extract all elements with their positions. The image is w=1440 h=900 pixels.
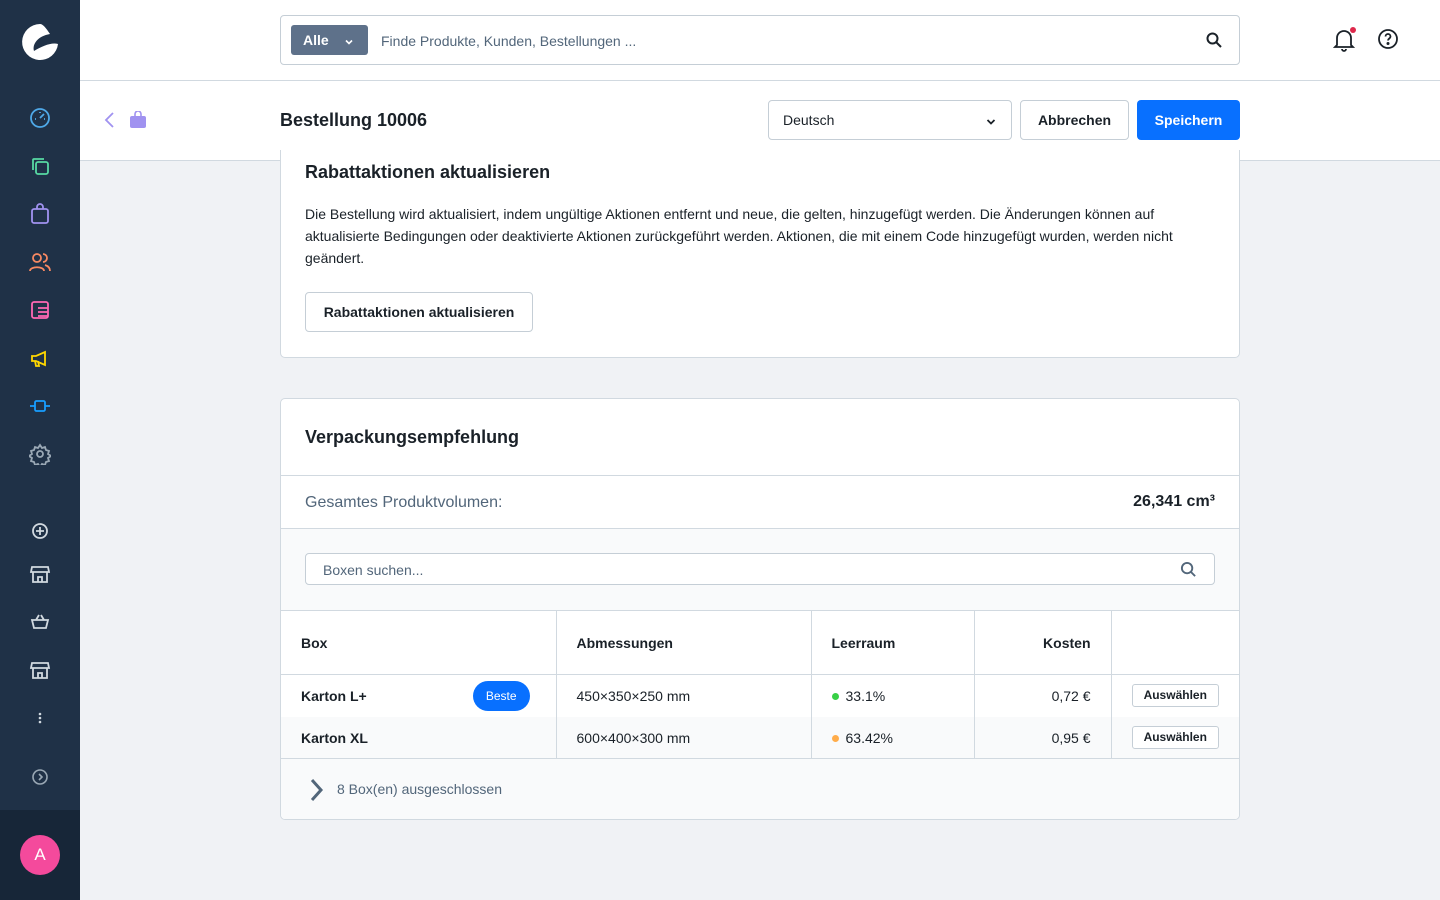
- packaging-recommendation-card: Verpackungsempfehlung Gesamtes Produktvo…: [280, 398, 1240, 820]
- column-header-cost[interactable]: Kosten: [973, 610, 1111, 675]
- dimensions-cell: 600×400×300 mm: [555, 716, 811, 759]
- excluded-boxes-label: 8 Box(en) ausgeschlossen: [337, 781, 502, 797]
- chevron-down-icon: [985, 115, 997, 131]
- box-cell: Karton XL: [281, 716, 556, 759]
- language-switch[interactable]: Deutsch: [768, 100, 1012, 140]
- column-header-actions: [1110, 610, 1239, 675]
- divider: [281, 475, 1239, 476]
- page-title: Bestellung 10006: [280, 110, 428, 130]
- promotions-title: Rabattaktionen aktualisieren: [305, 162, 551, 182]
- box-name: Karton L+: [301, 687, 367, 704]
- shopware-logo-icon[interactable]: [20, 22, 60, 62]
- void-value: 33.1%: [845, 687, 886, 704]
- back-arrow-icon[interactable]: [102, 111, 118, 134]
- box-name: Karton XL: [301, 729, 368, 746]
- notification-dot: [1350, 27, 1356, 33]
- search-type-select[interactable]: Alle: [291, 25, 368, 55]
- extensions-icon[interactable]: [26, 392, 54, 420]
- settings-icon[interactable]: [26, 440, 54, 468]
- chevron-down-icon: [344, 34, 354, 50]
- help-icon[interactable]: [1377, 28, 1399, 55]
- global-search-input[interactable]: [381, 28, 1181, 54]
- dimensions-cell: 450×350×250 mm: [555, 674, 811, 717]
- column-header-void[interactable]: Leerraum: [810, 610, 974, 675]
- sales-channel-icon[interactable]: [26, 560, 54, 588]
- status-dot-warn: [831, 734, 839, 742]
- basket-icon[interactable]: [26, 608, 54, 636]
- storefront-icon[interactable]: [26, 656, 54, 684]
- save-button[interactable]: Speichern: [1137, 100, 1240, 140]
- catalogue-icon[interactable]: [26, 152, 54, 180]
- global-search: Alle: [280, 15, 1240, 65]
- table-row: Karton L+ Beste 450×350×250 mm 33.1% 0,7…: [281, 674, 1239, 717]
- packaging-title: Verpackungsempfehlung: [305, 427, 520, 447]
- language-value: Deutsch: [783, 112, 835, 128]
- action-cell: Auswählen: [1110, 674, 1239, 717]
- cost-cell: 0,95 €: [973, 716, 1111, 759]
- promotions-card: Rabattaktionen aktualisieren Die Bestell…: [280, 150, 1240, 358]
- content-icon[interactable]: [26, 296, 54, 324]
- smart-bar: Bestellung 10006 Deutsch Abbrechen Speic…: [80, 81, 1440, 161]
- orders-icon[interactable]: [26, 200, 54, 228]
- dashboard-icon[interactable]: [26, 104, 54, 132]
- column-header-box[interactable]: Box: [281, 610, 556, 675]
- chevron-right-icon[interactable]: [307, 777, 327, 808]
- excluded-boxes-toggle[interactable]: 8 Box(en) ausgeschlossen: [281, 758, 1239, 819]
- void-cell: 63.42%: [810, 716, 974, 759]
- action-cell: Auswählen: [1110, 716, 1239, 759]
- column-header-dimensions[interactable]: Abmessungen: [555, 610, 811, 675]
- box-search-field: [305, 553, 1215, 585]
- customers-icon[interactable]: [26, 248, 54, 276]
- status-dot-good: [831, 692, 839, 700]
- top-header: Alle: [80, 0, 1440, 81]
- volume-label: Gesamtes Produktvolumen:: [305, 494, 503, 511]
- search-icon[interactable]: [1180, 561, 1197, 583]
- avatar[interactable]: A: [20, 835, 60, 875]
- select-box-button[interactable]: Auswählen: [1131, 684, 1219, 708]
- add-icon[interactable]: [26, 517, 54, 545]
- search-icon[interactable]: [1205, 31, 1223, 54]
- void-value: 63.42%: [845, 729, 893, 746]
- user-area: A: [0, 810, 80, 900]
- orders-module-icon: [129, 110, 147, 134]
- cancel-button[interactable]: Abbrechen: [1020, 100, 1129, 140]
- box-cell: Karton L+ Beste: [281, 674, 556, 717]
- table-row: Karton XL 600×400×300 mm 63.42% 0,95 € A…: [281, 716, 1239, 759]
- volume-value: 26,341 cm³: [1133, 493, 1215, 510]
- table-header-row: Box Abmessungen Leerraum Kosten: [281, 610, 1239, 675]
- marketing-icon[interactable]: [26, 344, 54, 372]
- cost-cell: 0,72 €: [973, 674, 1111, 717]
- promotions-description: Die Bestellung wird aktualisiert, indem …: [305, 206, 1173, 266]
- search-type-label: Alle: [303, 32, 329, 48]
- box-search-input[interactable]: [323, 560, 1123, 580]
- void-cell: 33.1%: [810, 674, 974, 717]
- more-icon[interactable]: [26, 704, 54, 732]
- box-table: Box Abmessungen Leerraum Kosten Karton L…: [281, 610, 1239, 759]
- admin-sidebar: A: [0, 0, 80, 900]
- select-box-button[interactable]: Auswählen: [1131, 726, 1219, 749]
- best-badge: Beste: [472, 681, 530, 711]
- refresh-promotions-button[interactable]: Rabattaktionen aktualisieren: [305, 292, 533, 332]
- expand-icon[interactable]: [26, 763, 54, 791]
